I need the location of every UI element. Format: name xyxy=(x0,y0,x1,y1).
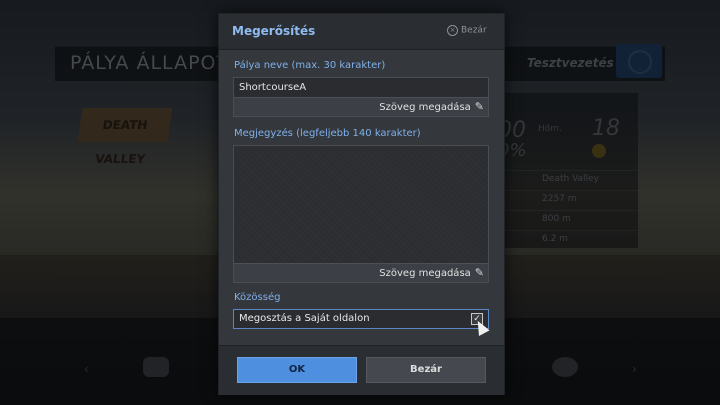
pencil-icon: ✎ xyxy=(474,100,484,113)
dialog-close-button[interactable]: × Bezár xyxy=(447,25,487,39)
track-name-label: Pálya neve (max. 30 karakter) xyxy=(234,60,386,71)
dialog-footer: OK Bezár xyxy=(219,345,504,395)
dialog-header: Megerősítés × Bezár xyxy=(219,14,504,50)
comment-label: Megjegyzés (legfeljebb 140 karakter) xyxy=(234,128,421,139)
track-name-field[interactable]: ShortcourseA Szöveg megadása ✎ xyxy=(233,77,489,117)
comment-edit-button[interactable]: Szöveg megadása ✎ xyxy=(379,266,484,279)
pencil-icon: ✎ xyxy=(474,266,484,279)
track-name-value: ShortcourseA xyxy=(239,82,307,93)
comment-edit-label: Szöveg megadása xyxy=(379,268,471,279)
ok-button[interactable]: OK xyxy=(237,357,357,383)
community-share-value: Megosztás a Saját oldalon xyxy=(239,313,370,324)
community-share-option[interactable]: Megosztás a Saját oldalon ✓ xyxy=(233,309,489,329)
close-icon: × xyxy=(447,25,458,36)
community-label: Közösség xyxy=(234,292,281,303)
confirmation-dialog: Megerősítés × Bezár Pálya neve (max. 30 k… xyxy=(218,13,505,395)
track-name-edit-label: Szöveg megadása xyxy=(379,102,471,113)
comment-toolbar: Szöveg megadása ✎ xyxy=(234,263,488,282)
cancel-button[interactable]: Bezár xyxy=(366,357,486,383)
track-name-toolbar: Szöveg megadása ✎ xyxy=(234,97,488,116)
dialog-close-label: Bezár xyxy=(461,25,487,36)
track-name-edit-button[interactable]: Szöveg megadása ✎ xyxy=(379,100,484,113)
dialog-title: Megerősítés xyxy=(232,24,316,38)
comment-field[interactable]: Szöveg megadása ✎ xyxy=(233,145,489,283)
